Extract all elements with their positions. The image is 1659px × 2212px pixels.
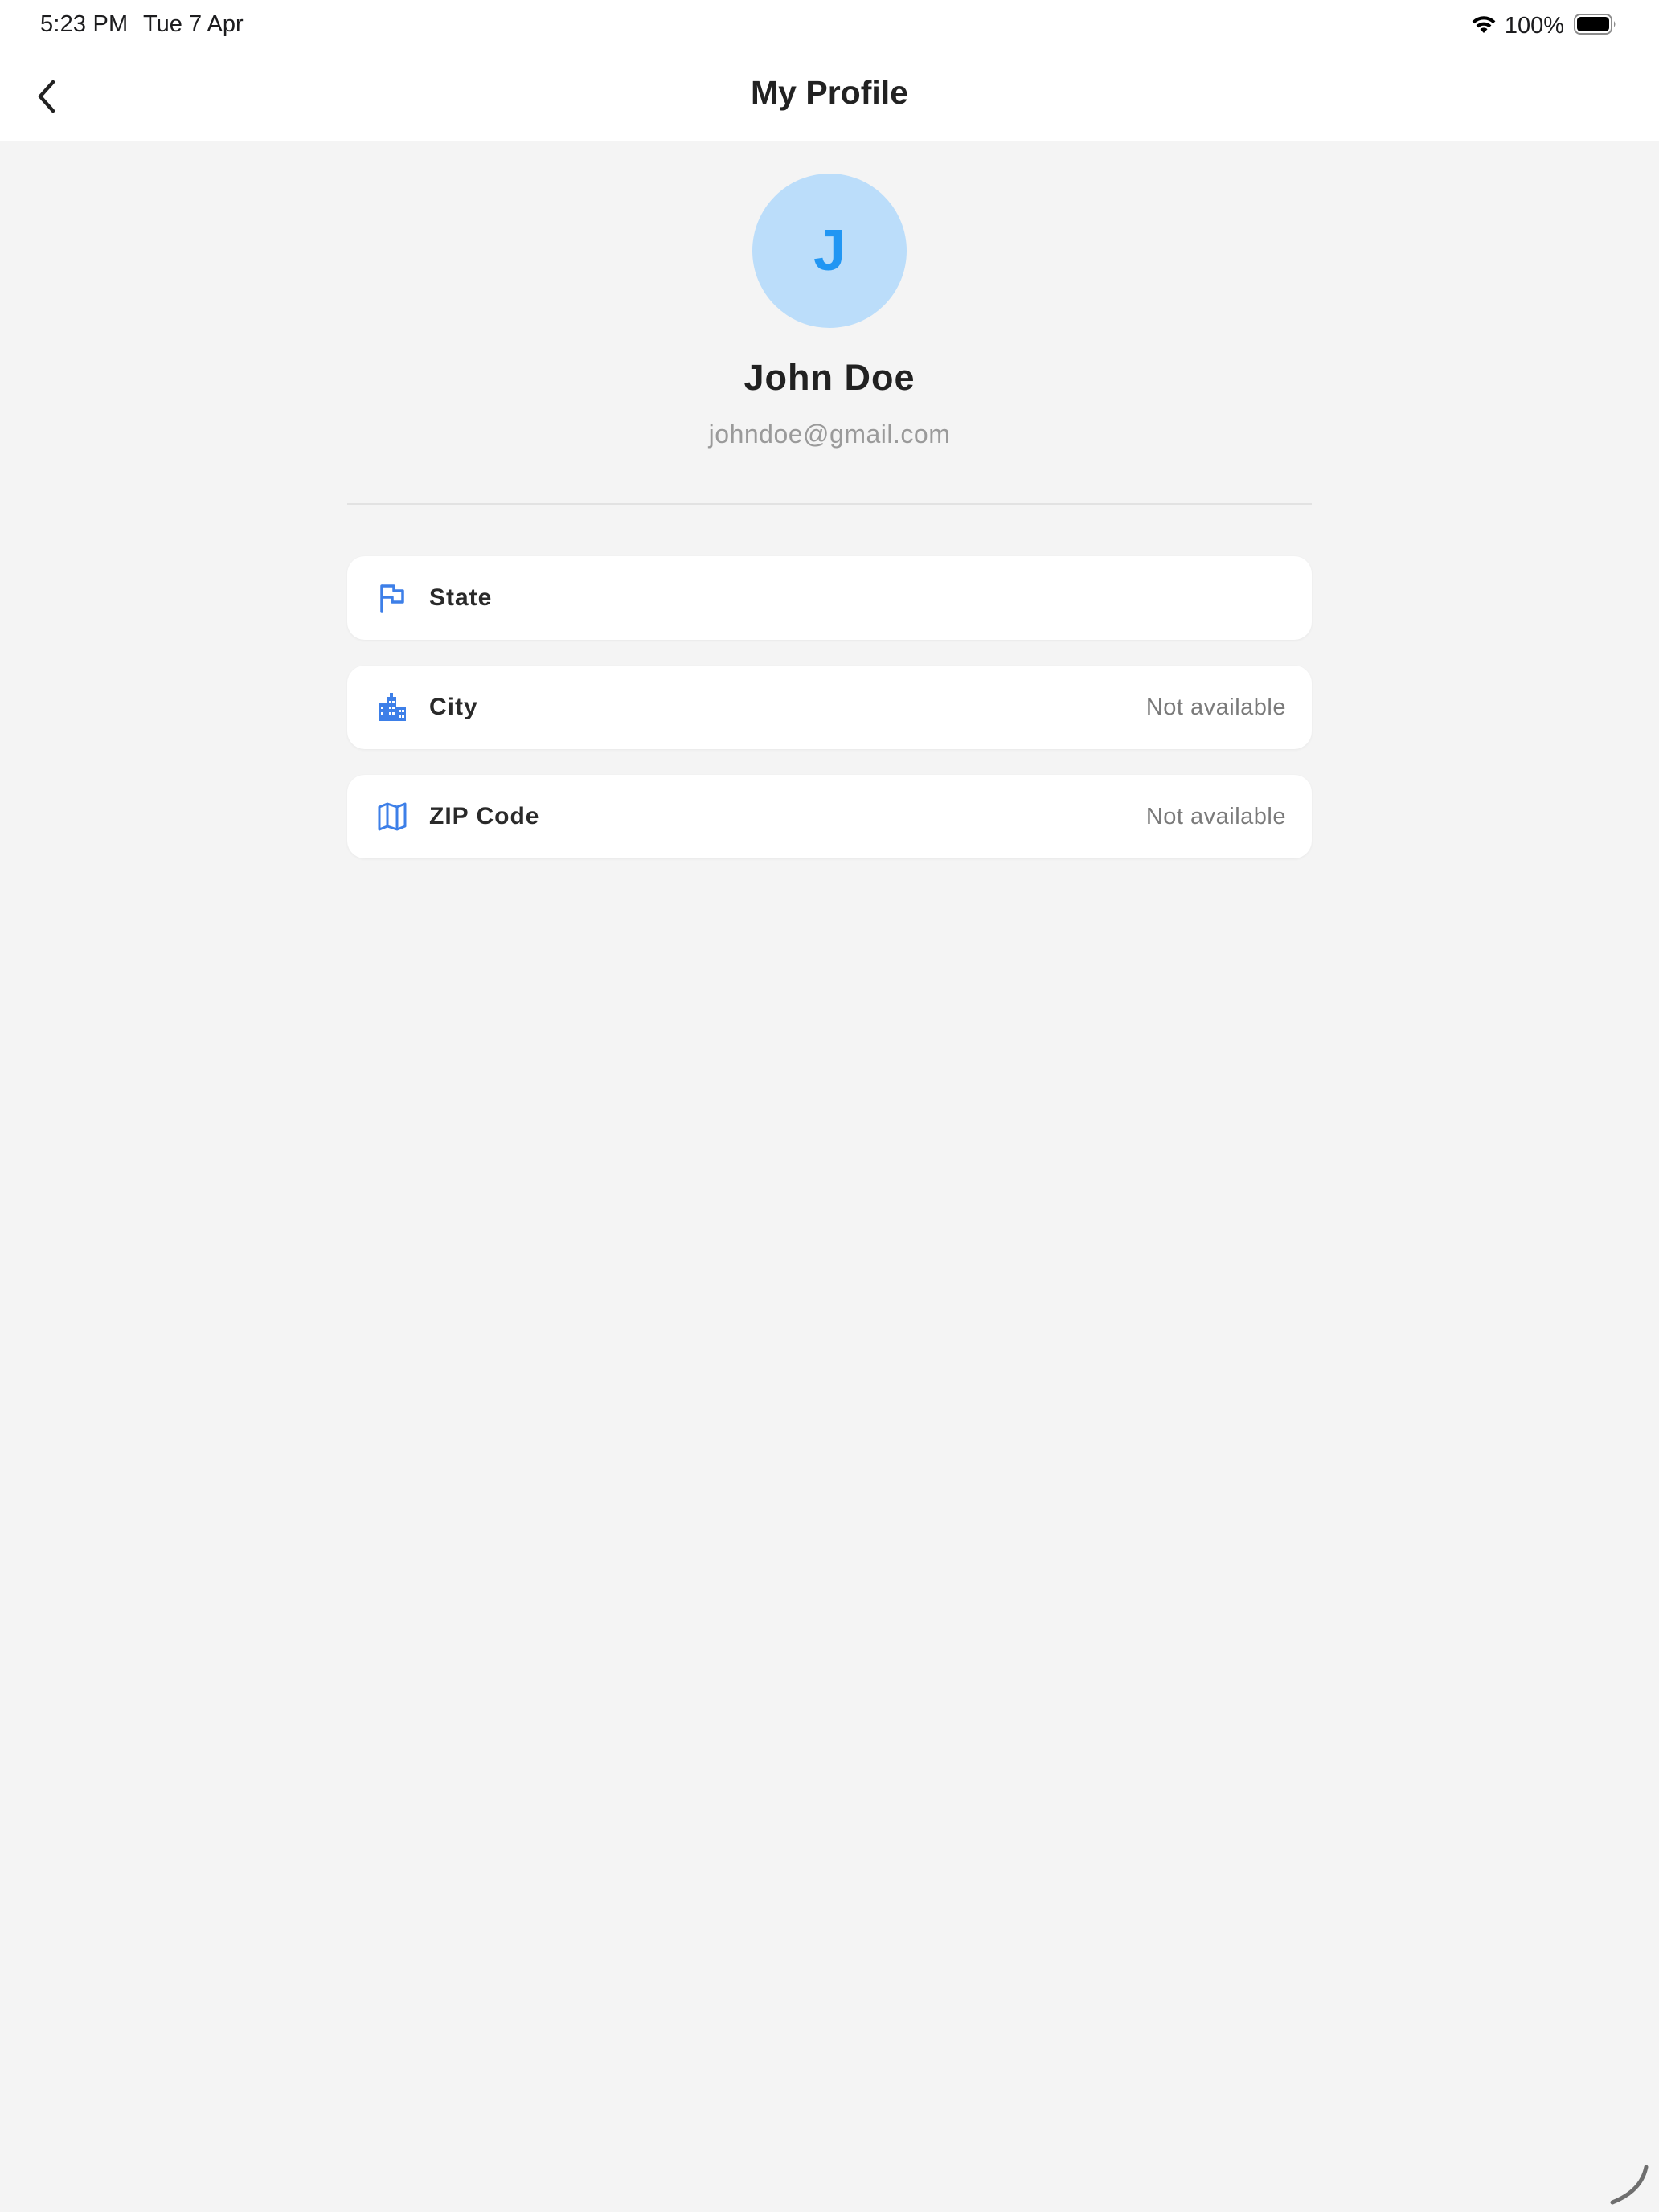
status-indicators: 100% <box>1471 10 1617 42</box>
detail-label: State <box>429 584 493 611</box>
battery-icon <box>1574 13 1617 39</box>
detail-value: Not available <box>1145 694 1286 720</box>
map-icon <box>376 801 408 833</box>
status-time: 5:23 PM <box>40 11 129 37</box>
user-email: johndoe@gmail.com <box>708 420 951 449</box>
user-name: John Doe <box>743 357 916 398</box>
battery-percentage: 100% <box>1504 12 1564 39</box>
detail-label: City <box>429 694 478 720</box>
top-bar: 5:23 PM Tue 7 Apr 100% My Profile <box>0 0 1659 141</box>
wifi-icon <box>1471 14 1497 39</box>
avatar: J <box>752 174 907 328</box>
detail-row-city[interactable]: City Not available <box>347 666 1312 749</box>
flag-icon <box>376 582 408 614</box>
detail-label: ZIP Code <box>429 803 540 830</box>
city-icon <box>376 691 408 723</box>
detail-value: Not available <box>1145 803 1286 830</box>
detail-row-state[interactable]: State <box>347 556 1312 640</box>
scroll-indicator-icon <box>1608 2162 1653 2207</box>
status-date: Tue 7 Apr <box>143 11 244 37</box>
detail-row-zip-code[interactable]: ZIP Code Not available <box>347 775 1312 858</box>
divider <box>347 503 1312 505</box>
page-title: My Profile <box>751 74 908 111</box>
